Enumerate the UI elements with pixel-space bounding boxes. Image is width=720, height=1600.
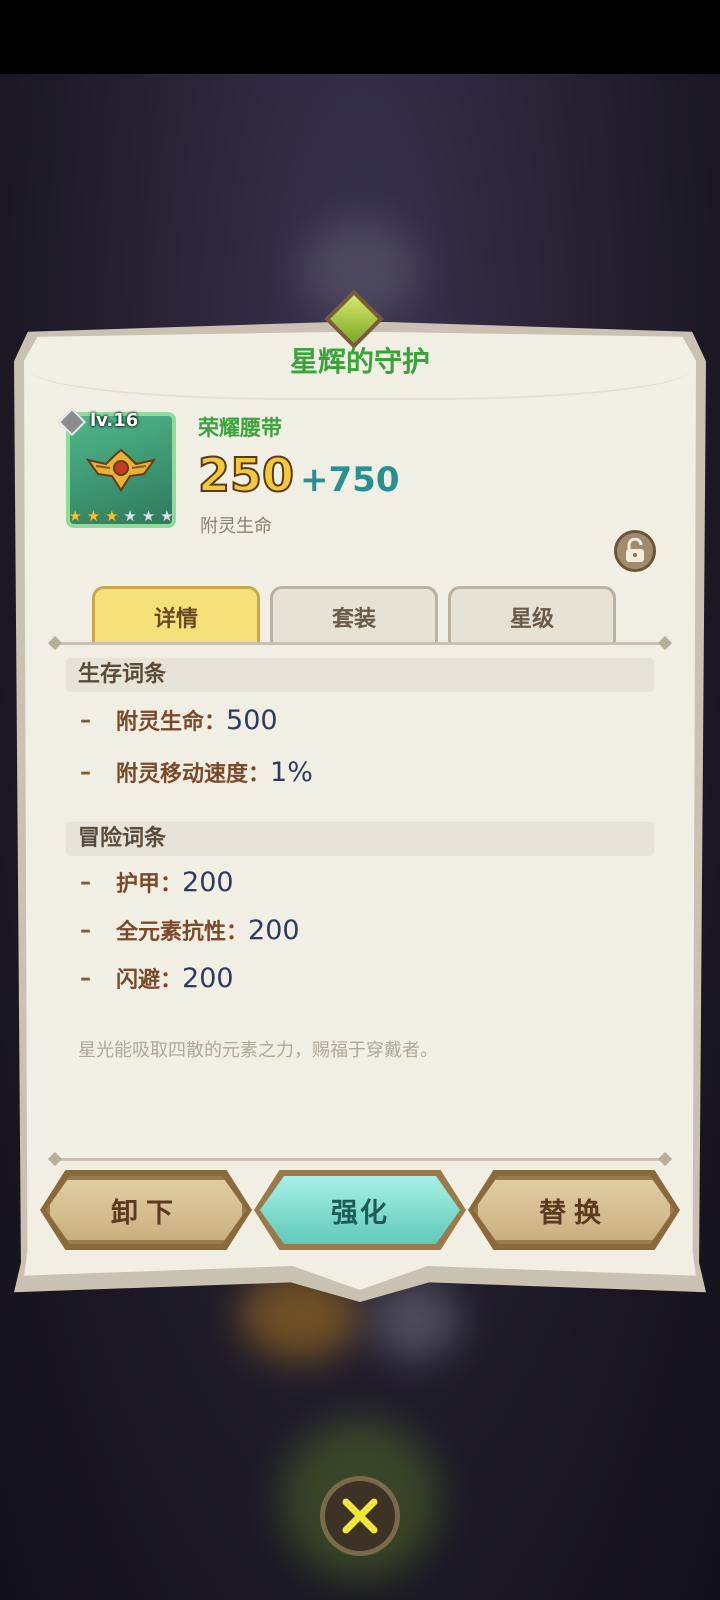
section-survival-title: 生存词条	[66, 658, 654, 692]
attr-name: 附灵移动速度：	[116, 762, 271, 787]
unequip-button[interactable]: 卸下	[46, 1176, 246, 1244]
attr-dash: –	[80, 965, 91, 991]
star-icon: ★	[141, 507, 156, 525]
tab-set[interactable]: 套装	[270, 586, 438, 644]
close-icon	[342, 1498, 378, 1534]
star-icon: ★	[86, 507, 101, 525]
attr-name: 闪避：	[116, 968, 183, 993]
item-name: 荣耀腰带	[198, 416, 282, 440]
star-icon: ★	[105, 507, 119, 525]
divider	[54, 1158, 666, 1161]
attr-row: – 附灵生命： 500	[80, 704, 278, 736]
lock-icon	[626, 538, 644, 562]
item-level: lv.16	[90, 410, 139, 431]
star-rating: ★ ★ ★ ★ ★ ★	[66, 508, 176, 524]
tab-bar: 详情 套装 星级	[92, 586, 616, 644]
belt-icon	[86, 448, 156, 492]
attr-name: 附灵生命：	[116, 710, 227, 735]
attr-value: 200	[182, 866, 234, 898]
divider	[54, 642, 666, 645]
panel-title: 星辉的守护	[289, 345, 430, 378]
item-description: 星光能吸取四散的元素之力，赐福于穿戴者。	[78, 1040, 438, 1061]
attr-dash: –	[80, 917, 91, 943]
attr-name: 护甲：	[116, 872, 183, 897]
tab-details[interactable]: 详情	[92, 586, 260, 644]
attr-value: 500	[226, 704, 278, 736]
star-icon: ★	[123, 507, 137, 525]
attr-name: 全元素抗性：	[116, 920, 249, 945]
section-adventure-title: 冒险词条	[66, 822, 654, 856]
stat-bonus-value: +750	[300, 460, 400, 500]
attr-value: 1%	[270, 756, 313, 788]
attr-dash: –	[80, 759, 91, 785]
tab-star-level[interactable]: 星级	[448, 586, 616, 644]
replace-button[interactable]: 替换	[474, 1176, 674, 1244]
main-stat: 250 +750	[197, 447, 400, 503]
attr-value: 200	[248, 914, 300, 946]
attr-row: – 闪避： 200	[80, 962, 234, 994]
main-stat-label: 附灵生命	[200, 516, 272, 537]
status-bar	[0, 0, 720, 74]
stat-base-value: 250	[197, 447, 295, 503]
attr-row: – 全元素抗性： 200	[80, 914, 300, 946]
star-icon: ★	[68, 507, 82, 525]
attr-value: 200	[182, 962, 234, 994]
attr-row: – 附灵移动速度： 1%	[80, 756, 313, 788]
attr-row: – 护甲： 200	[80, 866, 234, 898]
lock-button[interactable]	[614, 530, 656, 572]
star-icon: ★	[160, 507, 174, 525]
attr-dash: –	[80, 869, 91, 895]
attr-dash: –	[80, 707, 91, 733]
enhance-button[interactable]: 强化	[260, 1176, 460, 1244]
close-button[interactable]	[320, 1476, 400, 1556]
